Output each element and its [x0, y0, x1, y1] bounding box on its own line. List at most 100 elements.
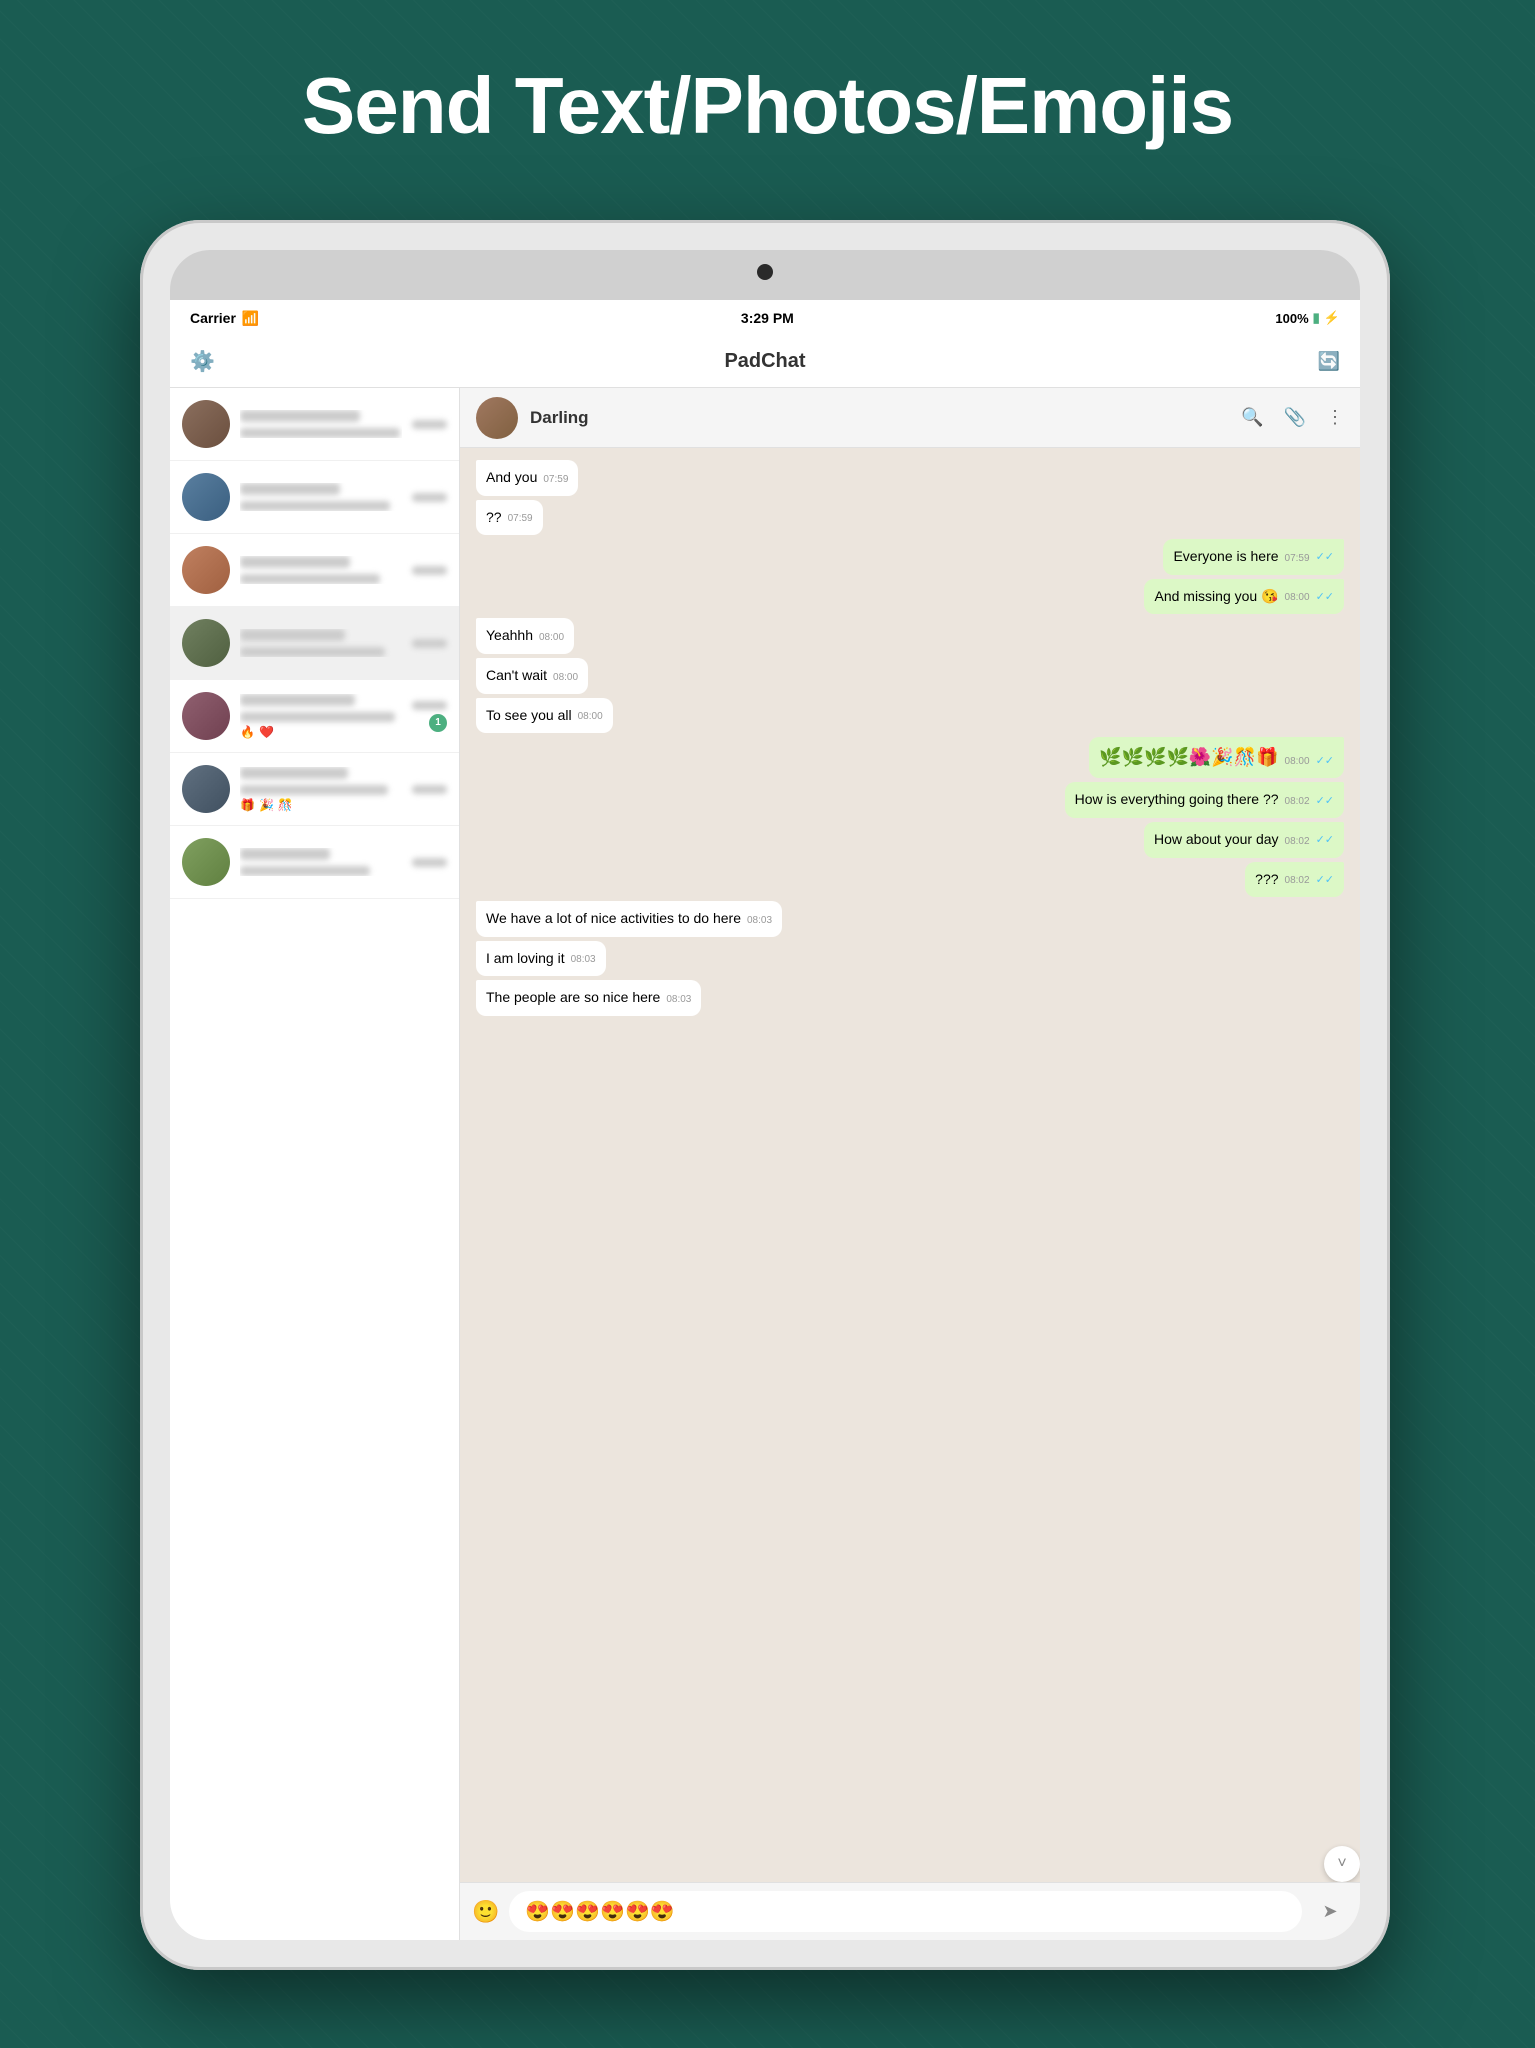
status-time: 3:29 PM — [741, 310, 794, 326]
sidebar-text — [240, 629, 402, 657]
scroll-down-button[interactable]: ˅ — [1324, 1846, 1360, 1882]
message-bubble: Can't wait 08:00 — [476, 658, 588, 694]
chat-header: Darling 🔍 📎 ⋮ — [460, 388, 1360, 448]
sidebar-item[interactable] — [170, 388, 459, 461]
message-text: 🌿🌿🌿🌿🌺🎉🎊🎁 — [1099, 745, 1278, 770]
message-bubble: ??? 08:02 ✓✓ — [1245, 862, 1344, 898]
battery-label: 100% — [1275, 311, 1308, 326]
chat-action-icons: 🔍 📎 ⋮ — [1241, 407, 1344, 428]
message-bubble: Everyone is here 07:59 ✓✓ — [1163, 539, 1344, 575]
sidebar-item[interactable]: 🎁 🎉 🎊 — [170, 753, 459, 826]
message-bubble: ?? 07:59 — [476, 500, 543, 536]
message-time: 08:02 — [1285, 795, 1310, 809]
message-time: 08:00 — [1285, 591, 1310, 605]
avatar — [182, 838, 230, 886]
status-left: Carrier 📶 — [190, 310, 259, 327]
message-time: 08:00 — [1285, 755, 1310, 769]
message-bubble: How about your day 08:02 ✓✓ — [1144, 822, 1344, 858]
message-time: 07:59 — [508, 512, 533, 526]
ipad-inner: Carrier 📶 3:29 PM 100% ▮ ⚡ ⚙️ PadChat 🔄 — [170, 250, 1360, 1940]
sidebar-item-active[interactable] — [170, 607, 459, 680]
message-time: 08:02 — [1285, 874, 1310, 888]
message-time: 08:02 — [1285, 835, 1310, 849]
message-bubble: I am loving it 08:03 — [476, 941, 606, 977]
main-layout: 🔥 ❤️ 1 — [170, 388, 1360, 1940]
message-text: How is everything going there ?? — [1075, 790, 1279, 810]
sidebar-item[interactable] — [170, 534, 459, 607]
message-text: Can't wait — [486, 666, 547, 686]
message-time — [412, 701, 447, 710]
search-icon[interactable]: 🔍 — [1241, 407, 1263, 428]
message-preview — [240, 647, 385, 657]
message-bubble: To see you all 08:00 — [476, 698, 613, 734]
battery-bolt: ⚡ — [1324, 310, 1340, 326]
sidebar-meta — [412, 566, 447, 575]
chat-contact-name: Darling — [530, 408, 1229, 428]
unread-badge: 1 — [429, 714, 447, 732]
sidebar-item[interactable]: 🔥 ❤️ 1 — [170, 680, 459, 753]
contact-name — [240, 694, 355, 706]
screen: Carrier 📶 3:29 PM 100% ▮ ⚡ ⚙️ PadChat 🔄 — [170, 300, 1360, 1940]
contact-name — [240, 556, 350, 568]
sidebar-meta — [412, 858, 447, 867]
app-header: ⚙️ PadChat 🔄 — [170, 336, 1360, 388]
avatar — [182, 765, 230, 813]
messages-container: And you 07:59 ?? 07:59 Everyone is here … — [460, 448, 1360, 1882]
message-ticks: ✓✓ — [1316, 873, 1334, 888]
send-button[interactable]: ➤ — [1312, 1894, 1348, 1930]
sidebar-meta — [412, 420, 447, 429]
message-text: We have a lot of nice activities to do h… — [486, 909, 741, 929]
contact-name — [240, 629, 345, 641]
message-time: 08:00 — [553, 671, 578, 685]
emoji-button[interactable]: 🙂 — [472, 1899, 499, 1925]
sidebar-item[interactable] — [170, 461, 459, 534]
more-icon[interactable]: ⋮ — [1326, 407, 1344, 428]
sidebar-text: 🔥 ❤️ — [240, 694, 402, 739]
avatar — [182, 546, 230, 594]
message-bubble: 🌿🌿🌿🌿🌺🎉🎊🎁 08:00 ✓✓ — [1089, 737, 1344, 778]
message-time: 07:59 — [1285, 552, 1310, 566]
settings-icon[interactable]: ⚙️ — [190, 349, 215, 374]
message-bubble: We have a lot of nice activities to do h… — [476, 901, 782, 937]
refresh-icon[interactable]: 🔄 — [1318, 351, 1340, 372]
message-preview — [240, 866, 370, 876]
contact-name — [240, 410, 360, 422]
message-text: I am loving it — [486, 949, 565, 969]
avatar — [182, 400, 230, 448]
contact-name — [240, 767, 348, 779]
sidebar-meta: 1 — [412, 701, 447, 732]
status-right: 100% ▮ ⚡ — [1275, 310, 1340, 326]
message-preview — [240, 785, 388, 795]
message-time: 08:03 — [747, 914, 772, 928]
message-ticks: ✓✓ — [1316, 794, 1334, 809]
sidebar-text — [240, 483, 402, 511]
message-bubble: And missing you 😘 08:00 ✓✓ — [1144, 579, 1344, 615]
message-preview — [240, 501, 390, 511]
sidebar-text: 🎁 🎉 🎊 — [240, 767, 402, 812]
sidebar-text — [240, 410, 402, 438]
attach-icon[interactable]: 📎 — [1284, 407, 1306, 428]
battery-icon: ▮ — [1313, 310, 1320, 326]
message-input[interactable]: 😍😍😍😍😍😍 — [509, 1891, 1302, 1932]
message-text: Everyone is here — [1173, 547, 1278, 567]
message-time — [412, 639, 447, 648]
message-time: 08:03 — [571, 953, 596, 967]
sidebar-item[interactable] — [170, 826, 459, 899]
message-time — [412, 420, 447, 429]
avatar — [182, 692, 230, 740]
message-preview — [240, 428, 400, 438]
sidebar-meta — [412, 639, 447, 648]
sidebar-meta — [412, 785, 447, 794]
message-ticks: ✓✓ — [1316, 550, 1334, 565]
message-ticks: ✓✓ — [1316, 590, 1334, 605]
message-text: And you — [486, 468, 537, 488]
input-emoji-content: 😍😍😍😍😍😍 — [525, 1899, 674, 1924]
ipad-shell: Carrier 📶 3:29 PM 100% ▮ ⚡ ⚙️ PadChat 🔄 — [140, 220, 1390, 1970]
sidebar: 🔥 ❤️ 1 — [170, 388, 460, 1940]
wifi-icon: 📶 — [242, 310, 259, 327]
message-time: 08:00 — [578, 710, 603, 724]
message-text: And missing you 😘 — [1154, 587, 1278, 607]
message-preview — [240, 574, 380, 584]
avatar — [182, 619, 230, 667]
message-bubble: The people are so nice here 08:03 — [476, 980, 701, 1016]
